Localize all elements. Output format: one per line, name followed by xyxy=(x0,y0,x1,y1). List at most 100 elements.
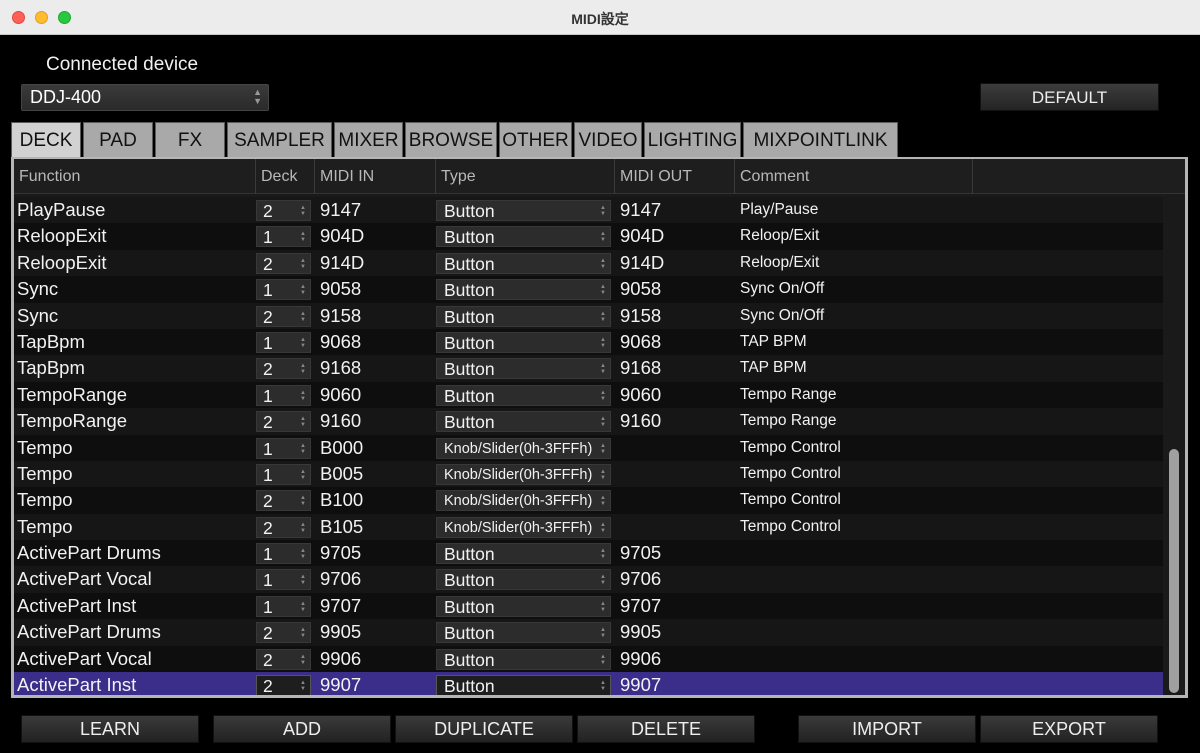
deck-select[interactable]: 2 ▲ ▼ xyxy=(256,200,311,221)
deck-select[interactable]: 1 ▲ ▼ xyxy=(256,226,311,248)
deck-select[interactable]: 1 ▲ ▼ xyxy=(256,331,311,353)
function-cell-value: Tempo xyxy=(17,515,73,537)
deck-select[interactable]: 1 ▲ ▼ xyxy=(256,437,311,459)
midi-in-cell: B105 xyxy=(320,514,363,540)
table-row[interactable]: TapBpm 2 ▲ ▼ 9168 Button ▲ ▼ 9168 TAP BPM xyxy=(14,355,1163,382)
table-row[interactable]: ActivePart Inst 1 ▲ ▼ 9707 Button ▲ ▼ 9707 xyxy=(14,592,1163,620)
type-select[interactable]: Button ▲ ▼ xyxy=(436,622,611,644)
column-header-midi-in[interactable]: MIDI IN xyxy=(315,159,436,194)
midi-in-cell-value: 9158 xyxy=(320,304,362,326)
table-row[interactable]: TapBpm 1 ▲ ▼ 9068 Button ▲ ▼ 9068 TAP BPM xyxy=(14,328,1163,356)
tab-mixpointlink[interactable]: MIXPOINTLINK xyxy=(743,122,898,157)
column-header-deck[interactable]: Deck xyxy=(256,159,315,194)
table-row[interactable]: TempoRange 2 ▲ ▼ 9160 Button ▲ ▼ 9160 Tempo Range xyxy=(14,408,1163,435)
midi-in-cell-value: B005 xyxy=(320,462,364,484)
tab-lighting[interactable]: LIGHTING xyxy=(644,122,741,157)
deck-select[interactable]: 1 ▲ ▼ xyxy=(256,569,311,591)
type-select[interactable]: Button ▲ ▼ xyxy=(436,252,611,274)
type-select[interactable]: Button ▲ ▼ xyxy=(436,331,611,353)
table-row[interactable]: Sync 1 ▲ ▼ 9058 Button ▲ ▼ 9058 Sync On/Off xyxy=(14,276,1163,303)
midi-in-cell: B005 xyxy=(320,461,363,487)
deck-select[interactable]: 2 ▲ ▼ xyxy=(256,358,311,380)
add-button[interactable]: ADD xyxy=(213,715,391,743)
deck-select[interactable]: 1 ▲ ▼ xyxy=(256,463,311,485)
deck-select[interactable]: 2 ▲ ▼ xyxy=(256,622,311,644)
function-cell-value: TempoRange xyxy=(17,410,128,432)
deck-select[interactable]: 2 ▲ ▼ xyxy=(256,675,311,695)
table-row[interactable]: Tempo 2 ▲ ▼ B105 Knob/Slider(0h-3FFFh) ▲ ▼ Tempo… xyxy=(14,513,1163,541)
tab-fx[interactable]: FX xyxy=(155,122,225,157)
default-button[interactable]: DEFAULT xyxy=(980,83,1159,111)
type-select[interactable]: Knob/Slider(0h-3FFFh) ▲ ▼ xyxy=(436,516,611,538)
column-header-type[interactable]: Type xyxy=(436,159,615,194)
tab-video[interactable]: VIDEO xyxy=(574,122,642,157)
deck-select[interactable]: 1 ▲ ▼ xyxy=(256,279,311,301)
type-select[interactable]: Knob/Slider(0h-3FFFh) ▲ ▼ xyxy=(436,490,611,512)
type-select[interactable]: Button ▲ ▼ xyxy=(436,200,611,221)
type-select-value: Button xyxy=(444,280,495,301)
function-cell: ActivePart Drums xyxy=(17,540,161,566)
table-row[interactable]: PlayPause 2 ▲ ▼ 9147 Button ▲ ▼ 9147 Play/Pause xyxy=(14,197,1163,224)
type-select[interactable]: Button ▲ ▼ xyxy=(436,226,611,248)
type-select[interactable]: Button ▲ ▼ xyxy=(436,305,611,327)
midi-in-cell-value: 9706 xyxy=(320,568,362,590)
type-select[interactable]: Button ▲ ▼ xyxy=(436,543,611,565)
type-select[interactable]: Button ▲ ▼ xyxy=(436,384,611,406)
table-row[interactable]: ActivePart Drums 1 ▲ ▼ 9705 Button ▲ ▼ 9705 xyxy=(14,540,1163,567)
learn-button[interactable]: LEARN xyxy=(21,715,199,743)
delete-button[interactable]: DELETE xyxy=(577,715,755,743)
deck-select[interactable]: 2 ▲ ▼ xyxy=(256,305,311,327)
table-row[interactable]: Tempo 1 ▲ ▼ B000 Knob/Slider(0h-3FFFh) ▲ ▼ Tempo… xyxy=(14,434,1163,461)
export-button[interactable]: EXPORT xyxy=(980,715,1158,743)
midi-out-cell-value: 914D xyxy=(620,251,665,273)
table-row[interactable]: ReloopExit 2 ▲ ▼ 914D Button ▲ ▼ 914D Reloop/Exit xyxy=(14,249,1163,277)
table-row[interactable]: TempoRange 1 ▲ ▼ 9060 Button ▲ ▼ 9060 Tempo Range xyxy=(14,381,1163,409)
type-select[interactable]: Button ▲ ▼ xyxy=(436,279,611,301)
tab-mixer[interactable]: MIXER xyxy=(334,122,403,157)
deck-select[interactable]: 2 ▲ ▼ xyxy=(256,490,311,512)
duplicate-button[interactable]: DUPLICATE xyxy=(395,715,573,743)
deck-select[interactable]: 2 ▲ ▼ xyxy=(256,516,311,538)
function-cell: TapBpm xyxy=(17,329,85,355)
table-row[interactable]: ActivePart Vocal 1 ▲ ▼ 9706 Button ▲ ▼ 9706 xyxy=(14,566,1163,593)
table-body: PlayPause 2 ▲ ▼ 9147 Button ▲ ▼ 9147 Play/Pause Re… xyxy=(14,197,1163,695)
deck-select[interactable]: 1 ▲ ▼ xyxy=(256,543,311,565)
table-row[interactable]: Tempo 1 ▲ ▼ B005 Knob/Slider(0h-3FFFh) ▲ ▼ Tempo… xyxy=(14,460,1163,488)
up-down-arrows-icon: ▲ ▼ xyxy=(300,389,306,402)
midi-out-cell: 9906 xyxy=(620,646,661,672)
table-row[interactable]: Tempo 2 ▲ ▼ B100 Knob/Slider(0h-3FFFh) ▲ ▼ Tempo… xyxy=(14,487,1163,514)
midi-in-cell-value: 914D xyxy=(320,251,365,273)
import-button[interactable]: IMPORT xyxy=(798,715,976,743)
deck-select[interactable]: 2 ▲ ▼ xyxy=(256,648,311,670)
table-row[interactable]: Sync 2 ▲ ▼ 9158 Button ▲ ▼ 9158 Sync On/Off xyxy=(14,302,1163,329)
comment-cell: Tempo Control xyxy=(740,435,841,461)
deck-select[interactable]: 1 ▲ ▼ xyxy=(256,595,311,617)
tab-sampler[interactable]: SAMPLER xyxy=(227,122,332,157)
table-row[interactable]: ActivePart Drums 2 ▲ ▼ 9905 Button ▲ ▼ 9905 xyxy=(14,619,1163,646)
deck-select[interactable]: 2 ▲ ▼ xyxy=(256,411,311,433)
type-select[interactable]: Button ▲ ▼ xyxy=(436,675,611,695)
type-select[interactable]: Button ▲ ▼ xyxy=(436,648,611,670)
table-row[interactable]: ReloopExit 1 ▲ ▼ 904D Button ▲ ▼ 904D Reloop/Exit xyxy=(14,223,1163,250)
table-row[interactable]: ActivePart Vocal 2 ▲ ▼ 9906 Button ▲ ▼ 9906 xyxy=(14,645,1163,673)
tab-browse[interactable]: BROWSE xyxy=(405,122,497,157)
tab-pad[interactable]: PAD xyxy=(83,122,153,157)
tab-deck[interactable]: DECK xyxy=(11,122,81,157)
column-header-midi-out[interactable]: MIDI OUT xyxy=(615,159,735,194)
type-select[interactable]: Knob/Slider(0h-3FFFh) ▲ ▼ xyxy=(436,463,611,485)
deck-select[interactable]: 1 ▲ ▼ xyxy=(256,384,311,406)
column-header-comment[interactable]: Comment xyxy=(735,159,973,194)
device-select[interactable]: DDJ-400 ▲ ▼ xyxy=(21,84,269,111)
type-select[interactable]: Button ▲ ▼ xyxy=(436,569,611,591)
type-select[interactable]: Knob/Slider(0h-3FFFh) ▲ ▼ xyxy=(436,437,611,459)
scrollbar-thumb[interactable] xyxy=(1169,449,1179,693)
type-select[interactable]: Button ▲ ▼ xyxy=(436,411,611,433)
table-row[interactable]: ActivePart Inst 2 ▲ ▼ 9907 Button ▲ ▼ 9907 xyxy=(14,672,1163,695)
type-select[interactable]: Button ▲ ▼ xyxy=(436,595,611,617)
type-select[interactable]: Button ▲ ▼ xyxy=(436,358,611,380)
tab-other[interactable]: OTHER xyxy=(499,122,572,157)
column-header-function[interactable]: Function xyxy=(14,159,256,194)
deck-select[interactable]: 2 ▲ ▼ xyxy=(256,252,311,274)
comment-cell: TAP BPM xyxy=(740,355,807,381)
vertical-scrollbar[interactable] xyxy=(1163,195,1185,695)
